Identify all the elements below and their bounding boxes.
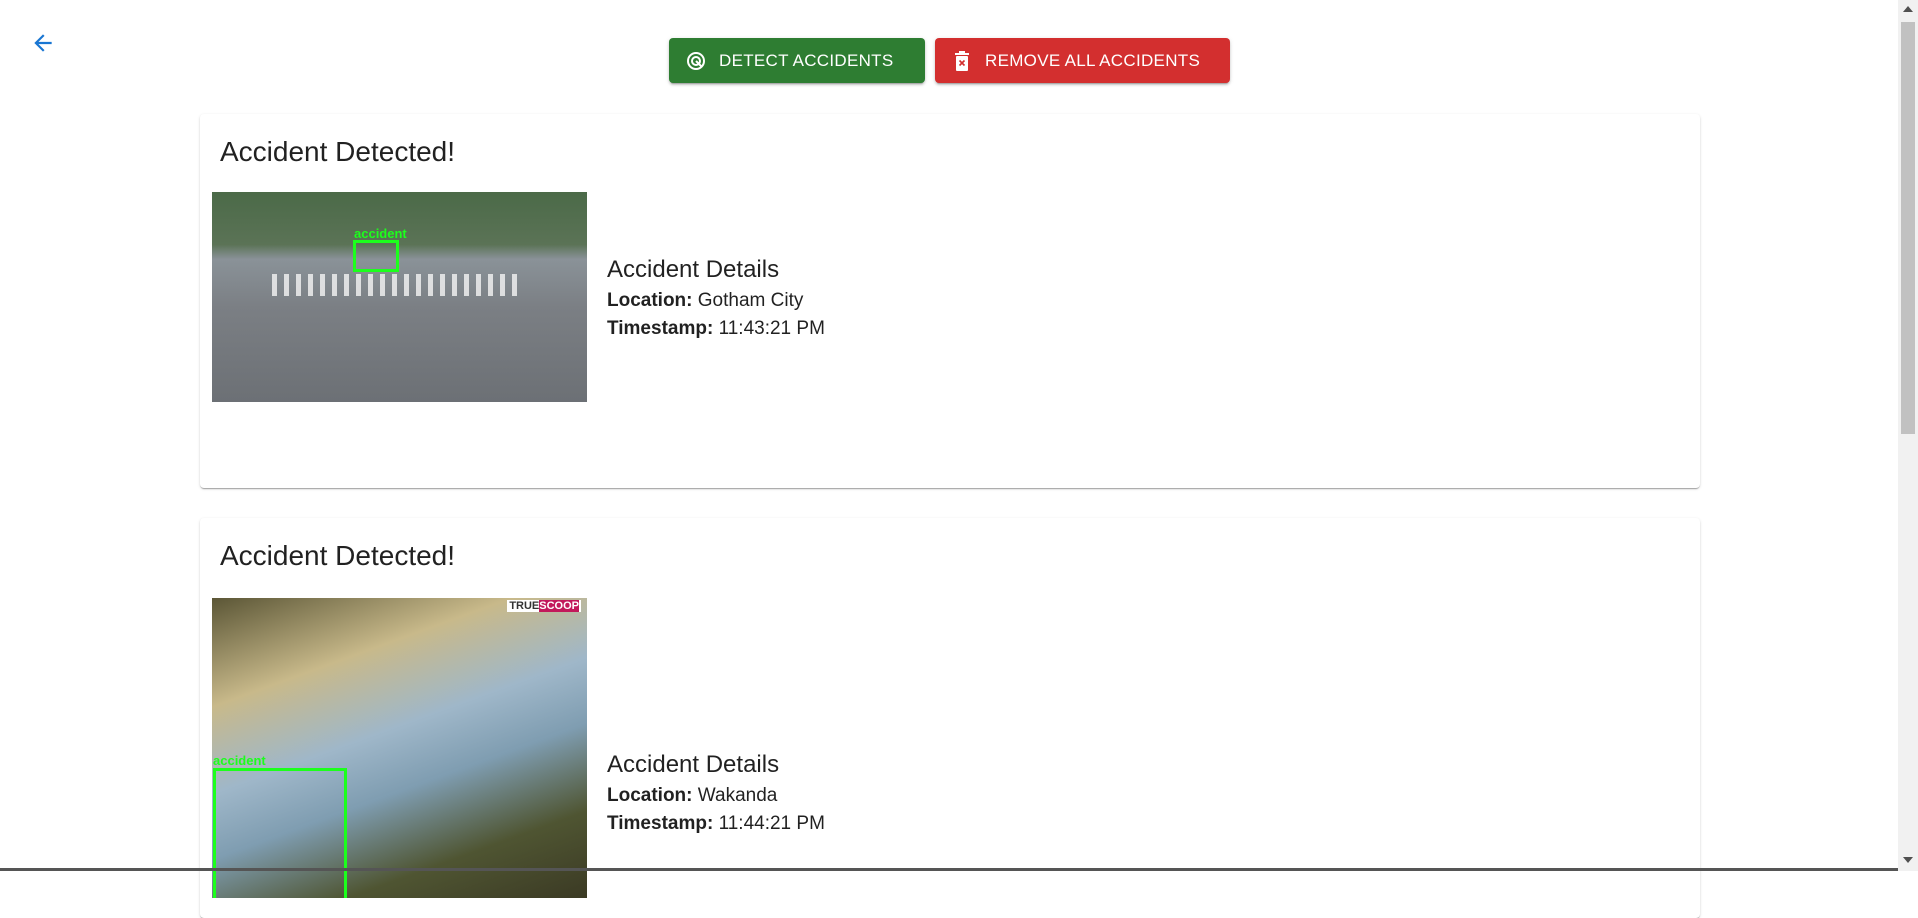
remove-all-accidents-label: REMOVE ALL ACCIDENTS: [985, 50, 1201, 70]
location-row: Location: Gotham City: [607, 290, 825, 312]
radar-icon: [685, 50, 707, 72]
timestamp-label: Timestamp:: [607, 813, 714, 834]
detection-box: [353, 240, 399, 272]
details-heading: Accident Details: [607, 256, 780, 283]
accident-details: Accident Details Location: Wakanda Times…: [607, 616, 825, 835]
vertical-scrollbar[interactable]: [1898, 0, 1918, 871]
timestamp-label: Timestamp:: [607, 318, 714, 339]
location-row: Location: Wakanda: [607, 785, 825, 807]
arrow-left-icon: [34, 34, 52, 52]
timestamp-row: Timestamp: 11:44:21 PM: [607, 813, 825, 835]
accident-image: TRUESCOOP accident: [212, 598, 587, 898]
back-button[interactable]: [30, 30, 60, 60]
timestamp-value: 11:44:21 PM: [718, 813, 825, 834]
card-title: Accident Detected!: [220, 136, 456, 167]
details-heading: Accident Details: [607, 751, 780, 778]
location-label: Location:: [607, 290, 693, 311]
scrollbar-thumb[interactable]: [1901, 22, 1915, 434]
accident-image: accident: [212, 192, 587, 402]
accident-card: Accident Detected! accident Accident Det…: [200, 114, 1700, 488]
detect-accidents-button[interactable]: DETECT ACCIDENTS: [669, 38, 925, 83]
delete-forever-icon: [951, 50, 973, 72]
scroll-down-icon[interactable]: [1903, 857, 1913, 863]
timestamp-value: 11:43:21 PM: [718, 318, 825, 339]
timestamp-row: Timestamp: 11:43:21 PM: [607, 318, 825, 340]
card-title: Accident Detected!: [220, 540, 456, 571]
location-label: Location:: [607, 785, 693, 806]
accident-card: Accident Detected! TRUESCOOP accident Ac…: [200, 518, 1700, 918]
detection-label: accident: [354, 226, 407, 241]
detect-accidents-label: DETECT ACCIDENTS: [719, 50, 894, 70]
detection-box: [213, 768, 347, 898]
detection-label: accident: [213, 753, 266, 768]
accident-details: Accident Details Location: Gotham City T…: [607, 206, 825, 340]
remove-all-accidents-button[interactable]: REMOVE ALL ACCIDENTS: [935, 38, 1230, 83]
scroll-up-icon[interactable]: [1903, 6, 1913, 12]
image-watermark: TRUESCOOP: [507, 600, 581, 612]
location-value: Wakanda: [697, 785, 778, 806]
location-value: Gotham City: [697, 290, 804, 311]
